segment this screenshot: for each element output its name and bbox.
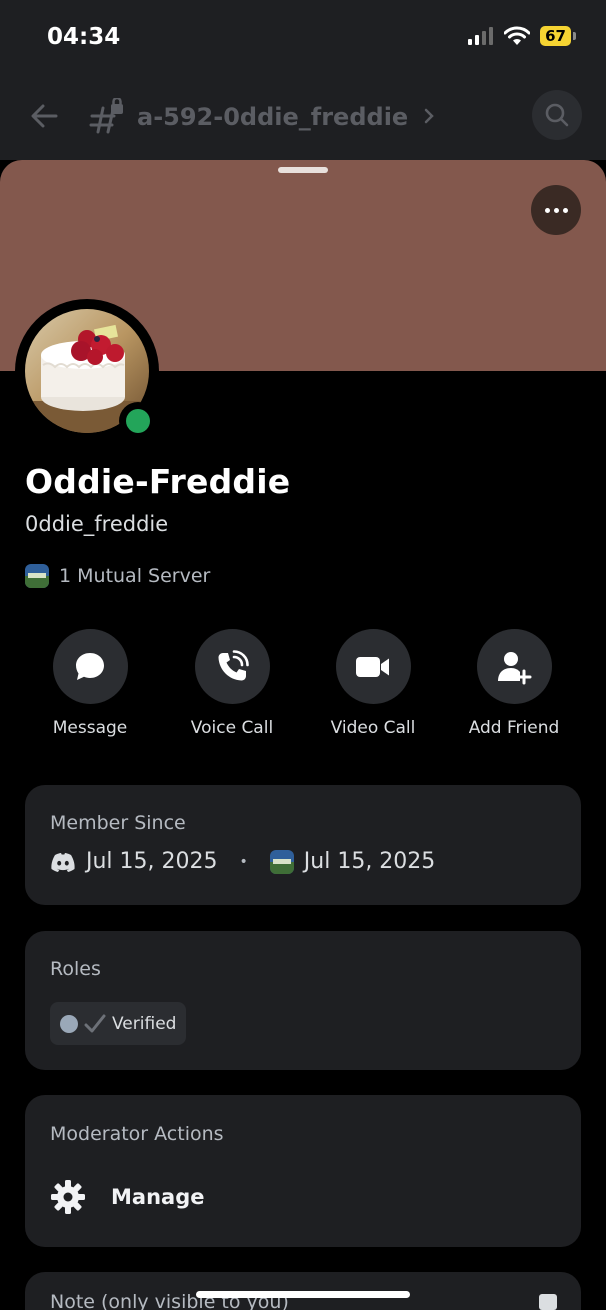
status-time: 04:34: [47, 24, 121, 50]
role-label: Verified: [112, 1013, 177, 1034]
display-name: Oddie-Freddie: [25, 462, 291, 501]
server-icon: [25, 564, 49, 588]
online-status-indicator: [119, 402, 157, 440]
manage-button[interactable]: Manage: [50, 1179, 204, 1215]
voice-call-label: Voice Call: [190, 718, 274, 738]
wifi-icon: [504, 26, 531, 45]
role-chip[interactable]: Verified: [50, 1002, 187, 1045]
server-join-date: Jul 15, 2025: [303, 849, 436, 874]
avatar-container[interactable]: [15, 299, 159, 443]
date-separator: •: [239, 853, 248, 870]
channel-name-text: a-592-0ddie_freddie: [137, 103, 409, 131]
role-color-dot: [60, 1014, 78, 1033]
member-since-row: Jul 15, 2025 • Jul 15, 2025: [50, 849, 435, 874]
action-circle: [335, 629, 411, 704]
checkmark-icon: [84, 1014, 106, 1032]
status-icons: 67: [468, 26, 576, 46]
channel-name[interactable]: a-592-0ddie_freddie: [137, 103, 435, 131]
add-friend-icon: [498, 651, 532, 684]
member-since-card: Member Since Jul 15, 2025 • Jul 15, 2025: [25, 785, 581, 905]
roles-card: Roles Verified: [25, 931, 581, 1070]
member-since-title: Member Since: [50, 812, 186, 834]
search-button[interactable]: [532, 90, 582, 140]
username[interactable]: 0ddie_freddie: [25, 512, 168, 536]
chat-bubble-icon: [76, 652, 104, 680]
action-circle: [476, 629, 552, 704]
dot: [553, 207, 559, 213]
message-label: Message: [52, 718, 128, 738]
mutual-servers[interactable]: 1 Mutual Server: [25, 564, 210, 588]
mutual-servers-label: 1 Mutual Server: [59, 565, 211, 587]
discord-join-date: Jul 15, 2025: [86, 849, 218, 874]
chevron-right-icon: [423, 103, 435, 131]
action-circle: [52, 629, 128, 704]
gear-icon: [51, 1180, 85, 1214]
battery-tip: [573, 32, 576, 40]
video-call-label: Video Call: [330, 718, 416, 738]
phone-call-icon: [218, 649, 249, 680]
video-camera-icon: [356, 656, 389, 677]
cellular-signal-icon: [468, 27, 494, 45]
sheet-grabber[interactable]: [278, 167, 328, 173]
add-friend-button[interactable]: Add Friend: [444, 629, 584, 738]
more-options-button[interactable]: [531, 185, 581, 235]
moderator-actions-title: Moderator Actions: [50, 1123, 224, 1145]
roles-title: Roles: [50, 958, 101, 980]
search-icon: [545, 103, 569, 127]
channel-header: a-592-0ddie_freddie: [0, 76, 606, 160]
arrow-left-icon[interactable]: [28, 100, 60, 136]
dot: [544, 207, 550, 213]
moderator-actions-card: Moderator Actions Manage: [25, 1095, 581, 1247]
voice-call-button[interactable]: Voice Call: [162, 629, 302, 738]
status-bar: 04:34 67: [0, 0, 606, 76]
profile-sheet: Oddie-Freddie 0ddie_freddie 1 Mutual Ser…: [0, 160, 606, 1310]
add-friend-label: Add Friend: [468, 718, 560, 738]
battery-indicator: 67: [540, 26, 576, 46]
status-dot: [126, 409, 150, 433]
manage-label: Manage: [111, 1185, 205, 1209]
dot: [562, 207, 568, 213]
discord-logo-icon: [51, 852, 75, 872]
action-circle: [194, 629, 270, 704]
home-indicator[interactable]: [196, 1291, 410, 1298]
server-icon: [269, 849, 294, 874]
battery-level: 67: [540, 26, 571, 46]
message-button[interactable]: Message: [20, 629, 160, 738]
note-edit-icon[interactable]: [539, 1294, 557, 1310]
video-call-button[interactable]: Video Call: [303, 629, 443, 738]
locked-hash-icon: [88, 96, 128, 140]
